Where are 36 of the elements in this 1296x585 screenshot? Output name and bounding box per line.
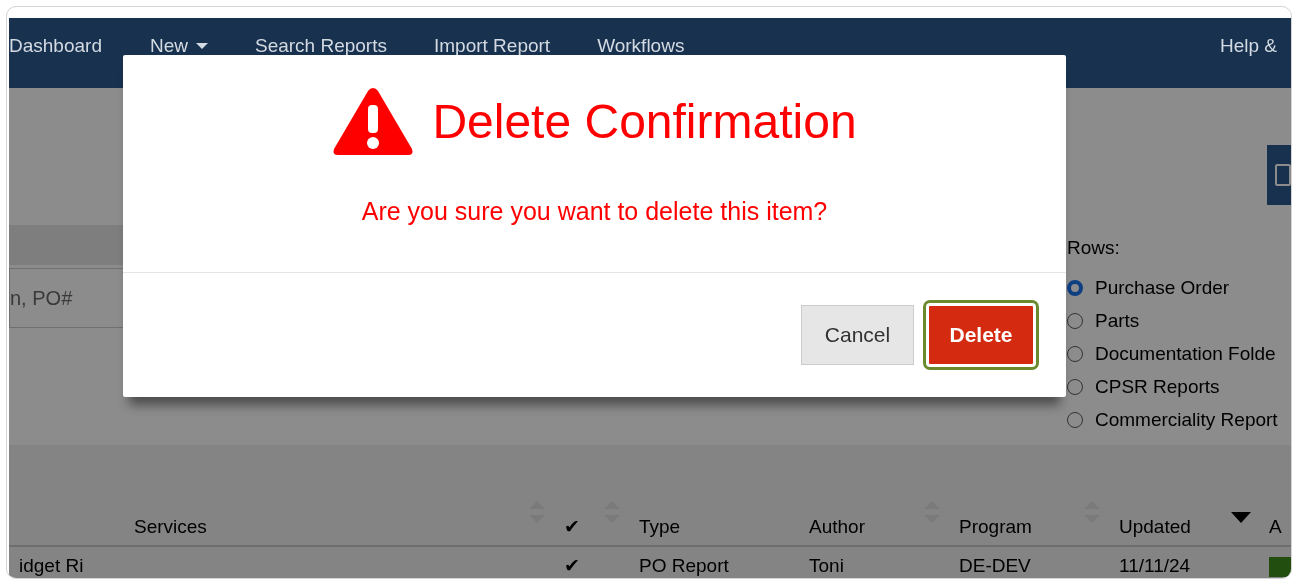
dialog-message: Are you sure you want to delete this item? [361,197,828,226]
radio-icon[interactable] [1067,411,1083,428]
column-header: A [1269,516,1282,538]
nav-link[interactable]: New [149,35,208,57]
radio-option[interactable]: Commerciality Report [1067,403,1278,436]
radio-icon[interactable] [1067,378,1083,395]
sort-descending-icon[interactable] [1231,512,1251,524]
radio-icon[interactable] [1067,312,1083,329]
column-header: Author [809,516,865,538]
radio-option[interactable]: Documentation Folde [1067,337,1278,370]
nav-link[interactable]: Dashboard [9,35,102,57]
dialog-title: Delete Confirmation [432,93,857,149]
column-header: Updated [1119,516,1191,538]
radio-option[interactable]: Parts [1067,304,1278,337]
nav-link[interactable]: Help & [1219,35,1277,57]
rows-label: Rows: [1067,237,1121,260]
column-header: ✔ [564,515,580,538]
nav-link[interactable]: Workflows [597,35,685,57]
radio-icon[interactable] [1067,279,1083,296]
table-cell: 11/11/24 [1119,555,1191,576]
warning-icon [332,85,415,157]
nav-link[interactable]: Search Reports [254,35,387,57]
table-cell: Toni [809,555,844,576]
cancel-button[interactable]: Cancel [801,305,914,365]
column-header: Type [639,516,681,538]
radio-option[interactable]: CPSR Reports [1067,370,1278,403]
table-cell: PO Report [639,555,729,576]
table-cell: ✔ [564,555,580,576]
row-action-button[interactable] [1269,557,1291,577]
table-cell: DE-DEV [959,555,1031,576]
column-header: Services [134,516,207,538]
nav-link[interactable]: Import Report [434,35,551,57]
delete-button[interactable]: Delete [926,303,1036,367]
column-header: Program [959,516,1032,538]
radio-icon[interactable] [1067,345,1083,362]
table-cell: idget Ri [19,555,84,576]
